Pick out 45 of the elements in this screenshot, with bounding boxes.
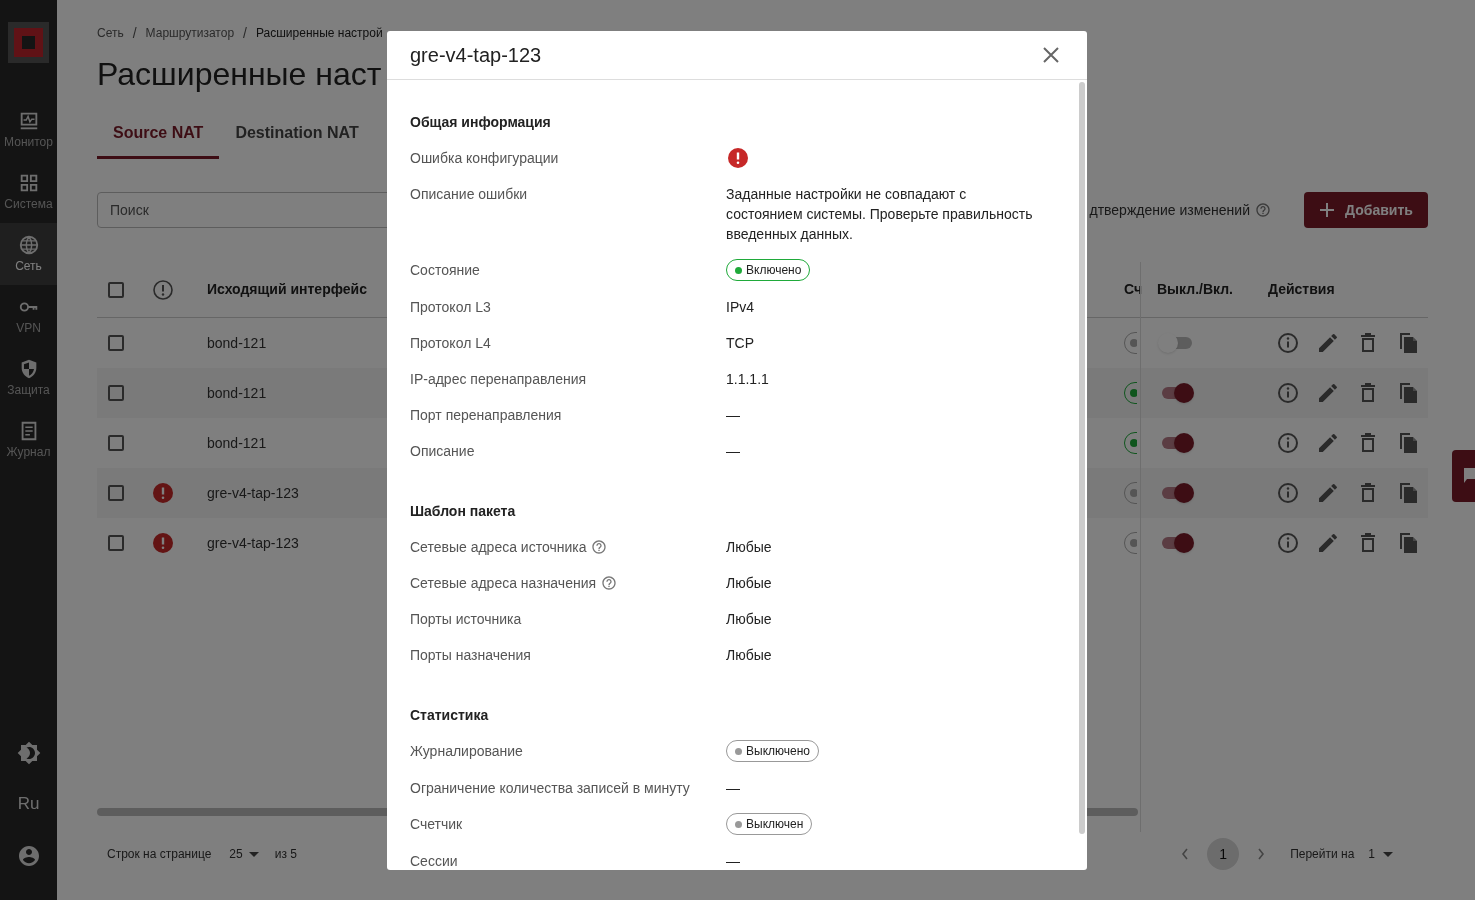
field-label: Описание <box>410 442 475 461</box>
field-label: Сетевые адреса источника <box>410 538 587 557</box>
column-header: Действия <box>1268 280 1336 299</box>
rows-per-page-label: Строк на странице <box>107 846 212 863</box>
table-cell: bond-121 <box>207 334 267 351</box>
breadcrumb-separator: / <box>132 23 137 43</box>
column-header: Исходящий интерфейс <box>207 280 368 299</box>
field-label: Протокол L3 <box>410 298 491 317</box>
table-cell: bond-121 <box>207 384 267 401</box>
field-label: Порты источника <box>410 610 522 629</box>
field-value: Любые <box>726 646 773 665</box>
breadcrumb-current: Расширенные настрой <box>255 25 383 42</box>
field-value: — <box>726 779 741 798</box>
field-value: Заданные настройки не совпадают с состоянием системы. Проверьте правильность введенных данных. <box>726 185 1034 244</box>
confirm-changes-label: дтверждение изменений <box>1089 200 1250 220</box>
field-value: Любые <box>726 538 773 557</box>
dialog-title: gre-v4-tap-123 <box>410 43 543 68</box>
field-label: Протокол L4 <box>410 334 491 353</box>
field-value: — <box>726 442 741 461</box>
go-to-page-label: Перейти на <box>1290 846 1355 863</box>
table-cell: bond-121 <box>207 434 267 451</box>
field-label: Ошибка конфигурации <box>410 149 559 168</box>
section-heading: Общая информация <box>410 113 552 132</box>
page-count: из 5 <box>274 846 297 863</box>
field-label: Сетевые адреса назначения <box>410 574 597 593</box>
field-value: Любые <box>726 610 773 629</box>
field-value: IPv4 <box>726 298 755 317</box>
field-label: Порты назначения <box>410 646 531 665</box>
field-value: Любые <box>726 574 773 593</box>
field-value: 1.1.1.1 <box>726 370 770 389</box>
table-cell: gre-v4-tap-123 <box>207 484 299 501</box>
column-header: Выкл./Вкл. <box>1156 280 1234 299</box>
field-label: Сессии <box>410 852 458 870</box>
field-label: Ограничение количества записей в минуту <box>410 779 690 798</box>
breadcrumb-separator: / <box>243 23 247 43</box>
field-label: Счетчик <box>410 815 463 834</box>
field-value: TCP <box>726 334 755 353</box>
section-heading: Шаблон пакета <box>410 502 517 521</box>
field-label: Журналирование <box>410 742 523 761</box>
field-value: — <box>726 852 741 870</box>
field-label: IP-адрес перенаправления <box>410 370 587 389</box>
section-heading: Статистика <box>410 706 490 725</box>
table-cell: gre-v4-tap-123 <box>207 534 299 551</box>
page-title: Расширенные наст <box>97 55 382 94</box>
field-label: Состояние <box>410 261 480 280</box>
